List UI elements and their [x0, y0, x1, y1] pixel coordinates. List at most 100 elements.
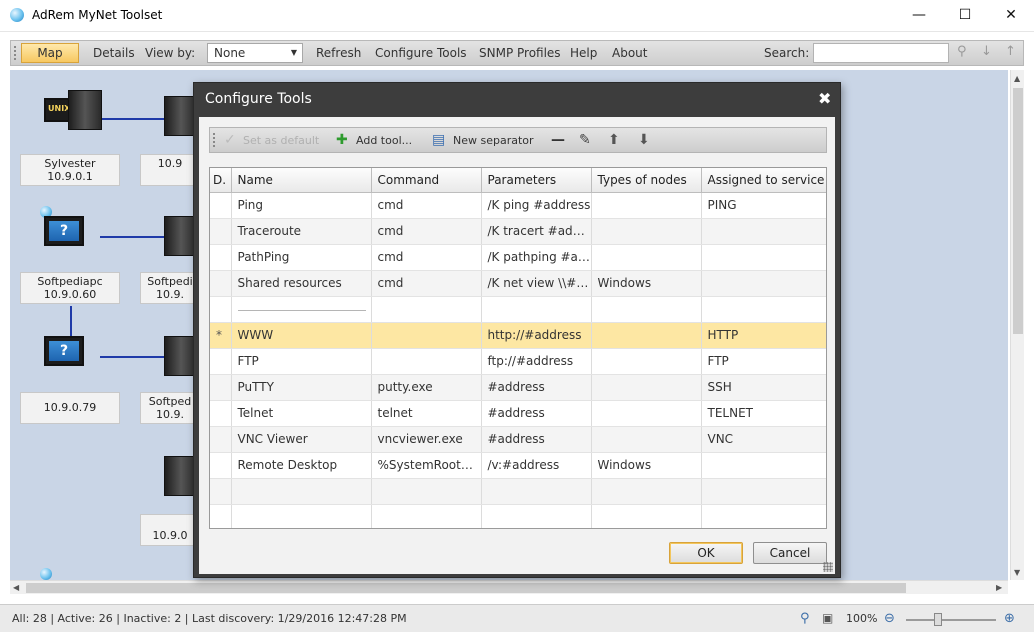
cell-types — [591, 400, 702, 427]
configure-tools-button[interactable]: Configure Tools — [375, 46, 467, 60]
cell-command: telnet — [371, 400, 482, 427]
zoom-in-icon[interactable]: ⊕ — [1004, 611, 1015, 626]
table-row[interactable]: PathPing cmd /K pathping #address — [210, 244, 826, 271]
map-node[interactable]: Sylvester 10.9.0.1 — [20, 154, 120, 186]
search-input[interactable] — [813, 43, 949, 63]
about-button[interactable]: About — [612, 46, 647, 60]
cell-parameters: /v:#address — [481, 452, 592, 479]
separator-icon[interactable]: ▤ — [432, 132, 445, 148]
map-link — [70, 306, 72, 340]
cell-service: SSH — [701, 374, 826, 401]
map-node[interactable]: Softped 10.9. — [140, 392, 200, 424]
table-row[interactable]: Traceroute cmd /K tracert #address — [210, 218, 826, 245]
maximize-button[interactable]: ☐ — [942, 0, 988, 32]
cell-types — [591, 192, 702, 219]
map-link — [100, 118, 164, 120]
scroll-left-icon[interactable]: ◀ — [13, 583, 19, 592]
add-icon[interactable]: ✚ — [336, 132, 348, 148]
table-row[interactable] — [210, 504, 826, 528]
table-row[interactable] — [210, 478, 826, 505]
cell-types — [591, 296, 702, 323]
cell-default — [210, 270, 232, 297]
node-ip: 10.9.0.1 — [47, 170, 93, 183]
column-header-types[interactable]: Types of nodes — [591, 168, 702, 193]
move-down-icon[interactable]: ⬇ — [638, 132, 650, 148]
table-row-selected[interactable]: * WWW http://#address HTTP — [210, 322, 826, 349]
table-row[interactable]: Shared resources cmd /K net view \\#addr… — [210, 270, 826, 297]
search-down-arrow-icon[interactable]: ↓ — [981, 44, 992, 59]
cell-default — [210, 244, 232, 271]
add-tool-button[interactable]: Add tool... — [356, 134, 412, 147]
search-icon[interactable]: ⚲ — [957, 44, 967, 59]
zoom-fit-icon[interactable]: ⚲ — [800, 611, 810, 626]
scrollbar-thumb[interactable] — [26, 583, 906, 593]
set-as-default-button[interactable]: Set as default — [243, 134, 319, 147]
snmp-profiles-button[interactable]: SNMP Profiles — [479, 46, 561, 60]
separator-row[interactable] — [210, 296, 826, 323]
move-up-icon[interactable]: ⬆ — [608, 132, 620, 148]
table-row[interactable]: PuTTY putty.exe #address SSH — [210, 374, 826, 401]
cell-service: VNC — [701, 426, 826, 453]
remove-icon[interactable]: — — [551, 132, 565, 148]
edit-icon[interactable]: ✎ — [579, 132, 591, 148]
map-node[interactable]: Softpedi 10.9. — [140, 272, 200, 304]
scroll-down-icon[interactable]: ▼ — [1014, 568, 1020, 577]
map-view-button[interactable]: Map — [21, 43, 79, 63]
map-node[interactable]: 10.9.0 — [140, 514, 200, 546]
column-header-name[interactable]: Name — [231, 168, 372, 193]
view-by-select[interactable]: None ▼ — [207, 43, 303, 63]
globe-icon — [10, 8, 24, 22]
column-header-service[interactable]: Assigned to service — [701, 168, 826, 193]
help-button[interactable]: Help — [570, 46, 597, 60]
column-header-parameters[interactable]: Parameters — [481, 168, 592, 193]
scroll-up-icon[interactable]: ▲ — [1014, 74, 1020, 83]
details-view-button[interactable]: Details — [93, 46, 135, 60]
server-tower-icon[interactable] — [68, 90, 102, 130]
minimize-button[interactable]: — — [896, 0, 942, 32]
node-ip: 10.9.0.79 — [43, 401, 97, 414]
zoom-slider-thumb[interactable] — [934, 613, 942, 626]
zoom-out-icon[interactable]: ⊖ — [884, 611, 895, 626]
dialog-toolbar: ✓ Set as default ✚ Add tool... ▤ New sep… — [209, 127, 827, 153]
unknown-pc-icon[interactable]: ? — [44, 336, 84, 366]
map-node[interactable]: Softpediapc 10.9.0.60 — [20, 272, 120, 304]
cell-parameters: http://#address — [481, 322, 592, 349]
column-header-d[interactable]: D. — [210, 168, 232, 193]
scrollbar-thumb[interactable] — [1013, 88, 1023, 334]
globe-icon — [40, 568, 52, 580]
cell-types — [591, 244, 702, 271]
map-node[interactable]: 10.9 — [140, 154, 200, 186]
column-header-command[interactable]: Command — [371, 168, 482, 193]
close-button[interactable]: ✕ — [988, 0, 1034, 32]
refresh-button[interactable]: Refresh — [316, 46, 361, 60]
node-ip: 10.9. — [156, 288, 184, 301]
toolbar-grip-icon[interactable] — [14, 46, 16, 60]
map-vertical-scrollbar[interactable]: ▲ ▼ — [1010, 70, 1024, 580]
new-separator-button[interactable]: New separator — [453, 134, 534, 147]
toolbar-grip-icon[interactable] — [213, 133, 215, 147]
table-row[interactable]: Telnet telnet #address TELNET — [210, 400, 826, 427]
resize-grip-icon[interactable] — [823, 562, 833, 572]
map-node[interactable]: 10.9.0.79 — [20, 392, 120, 424]
search-up-arrow-icon[interactable]: ↑ — [1005, 44, 1016, 59]
node-name: Softped — [148, 395, 192, 408]
cell-name — [231, 296, 372, 323]
scroll-right-icon[interactable]: ▶ — [996, 583, 1002, 592]
dialog-close-icon[interactable]: ✖ — [818, 89, 831, 108]
view-by-label: View by: — [145, 46, 196, 60]
zoom-actual-icon[interactable]: ▣ — [822, 611, 833, 625]
table-row[interactable]: Ping cmd /K ping #address PING — [210, 192, 826, 219]
cell-parameters: /K tracert #address — [481, 218, 592, 245]
table-row[interactable]: VNC Viewer vncviewer.exe #address VNC — [210, 426, 826, 453]
map-horizontal-scrollbar[interactable]: ◀ ▶ — [10, 580, 1008, 594]
table-row[interactable]: Remote Desktop %SystemRoot%\system32\mst… — [210, 452, 826, 479]
cell-command: cmd — [371, 244, 482, 271]
table-row[interactable]: FTP ftp://#address FTP — [210, 348, 826, 375]
cancel-button[interactable]: Cancel — [753, 542, 827, 564]
ok-button[interactable]: OK — [669, 542, 743, 564]
unknown-pc-icon[interactable]: ? — [44, 216, 84, 246]
unix-badge: UNIX — [48, 104, 71, 113]
zoom-slider-track[interactable] — [906, 619, 996, 621]
node-name: Sylvester — [44, 157, 96, 170]
cell-parameters: #address — [481, 426, 592, 453]
